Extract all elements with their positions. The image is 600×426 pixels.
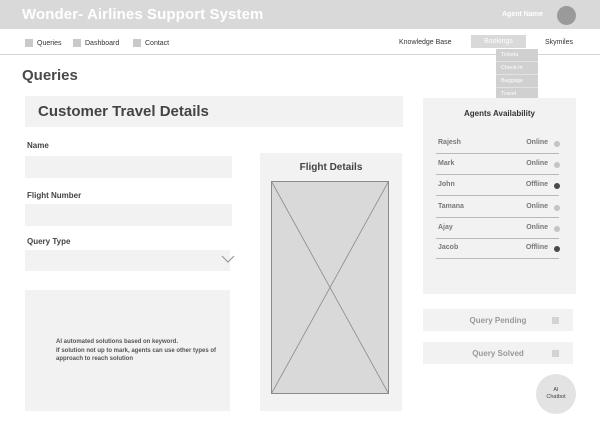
agent-row: Tamana Online bbox=[436, 197, 560, 218]
chevron-down-icon[interactable] bbox=[221, 254, 235, 264]
nav-item-dashboard[interactable]: Dashboard bbox=[73, 38, 119, 48]
name-label: Name bbox=[27, 141, 49, 150]
ai-note-line-2: If solution not up to mark, agents can u… bbox=[56, 347, 217, 363]
nav-item-skymiles[interactable]: Skymiles bbox=[545, 39, 573, 46]
agents-availability-title: Agents Availability bbox=[464, 109, 535, 118]
status-dot-icon bbox=[554, 141, 560, 147]
query-pending-label: Query Pending bbox=[469, 316, 527, 325]
query-solved-checkbox[interactable] bbox=[552, 350, 559, 357]
flight-number-input[interactable] bbox=[25, 204, 232, 226]
agent-name-text: Rajesh bbox=[438, 139, 461, 146]
agent-row: Mark Online bbox=[436, 154, 560, 175]
query-type-label: Query Type bbox=[27, 237, 71, 246]
customer-details-title: Customer Travel Details bbox=[38, 103, 209, 120]
flight-number-label: Flight Number bbox=[27, 191, 82, 200]
flight-image-placeholder bbox=[271, 181, 389, 394]
menu-item-tickets[interactable]: Tickets bbox=[496, 49, 538, 62]
agent-row: Ajay Online bbox=[436, 218, 560, 239]
app-header: Wonder- Airlines Support System Agent Na… bbox=[0, 0, 600, 29]
nav-item-queries[interactable]: Queries bbox=[25, 38, 62, 48]
bookings-dropdown-menu: Tickets Check-in Baggage Travel bbox=[496, 49, 538, 101]
nav-item-bookings[interactable]: Bookings bbox=[471, 35, 526, 48]
query-solved-label: Query Solved bbox=[472, 349, 524, 358]
ai-solution-panel: AI automated solutions based on keyword.… bbox=[25, 290, 230, 411]
dashboard-icon bbox=[73, 39, 81, 47]
queries-icon bbox=[25, 39, 33, 47]
agent-status-text: Online bbox=[526, 224, 548, 231]
page-title: Queries bbox=[22, 67, 78, 84]
app-title: Wonder- Airlines Support System bbox=[22, 6, 264, 23]
status-dot-icon bbox=[554, 226, 560, 232]
agent-row: Jacob Offline bbox=[436, 238, 560, 259]
chatbot-label-line-2: Chatbot bbox=[546, 394, 566, 400]
ai-note-line-1: AI automated solutions based on keyword. bbox=[56, 339, 179, 345]
query-pending-checkbox[interactable] bbox=[552, 317, 559, 324]
agent-name-text: John bbox=[438, 181, 455, 188]
nav-item-contact-label: Contact bbox=[145, 39, 170, 47]
customer-details-header: Customer Travel Details bbox=[25, 96, 403, 127]
status-dot-icon bbox=[554, 205, 560, 211]
status-dot-icon bbox=[554, 246, 560, 252]
agent-name-text: Tamana bbox=[438, 203, 464, 210]
chatbot-label-line-1: AI bbox=[553, 387, 559, 393]
agent-status-text: Online bbox=[526, 139, 548, 146]
flight-details-title: Flight Details bbox=[299, 162, 363, 173]
agent-status-text: Online bbox=[526, 160, 548, 167]
agent-status-text: Offline bbox=[525, 181, 548, 188]
ai-chatbot-button[interactable]: AI Chatbot bbox=[536, 374, 576, 414]
agent-name-text: Ajay bbox=[438, 224, 453, 231]
name-input[interactable] bbox=[25, 156, 232, 178]
agent-name-text: Mark bbox=[438, 160, 455, 167]
agents-availability-panel: Agents Availability Rajesh Online Mark Onli… bbox=[423, 98, 576, 294]
contact-icon bbox=[133, 39, 141, 47]
nav-item-dashboard-label: Dashboard bbox=[85, 39, 120, 47]
status-dot-icon bbox=[554, 162, 560, 168]
agent-status-text: Online bbox=[526, 203, 548, 210]
ai-solution-note: AI automated solutions based on keyword.… bbox=[56, 338, 221, 364]
flight-details-panel: Flight Details bbox=[260, 153, 402, 411]
menu-item-check-in[interactable]: Check-in bbox=[496, 62, 538, 75]
query-solved-button[interactable]: Query Solved bbox=[423, 342, 573, 364]
agent-avatar[interactable] bbox=[557, 6, 576, 25]
agent-name-text: Jacob bbox=[438, 244, 459, 251]
status-dot-icon bbox=[554, 183, 560, 189]
nav-item-contact[interactable]: Contact bbox=[133, 38, 169, 48]
agent-row: John Offline bbox=[436, 175, 560, 196]
query-pending-button[interactable]: Query Pending bbox=[423, 309, 573, 331]
nav-item-queries-label: Queries bbox=[37, 39, 62, 47]
agent-name[interactable]: Agent Name bbox=[502, 11, 543, 18]
nav-item-knowledge-base[interactable]: Knowledge Base bbox=[399, 39, 452, 46]
agent-row: Rajesh Online bbox=[436, 133, 560, 154]
menu-item-baggage[interactable]: Baggage bbox=[496, 75, 538, 88]
query-type-select[interactable] bbox=[25, 250, 230, 271]
agent-status-text: Offline bbox=[525, 244, 548, 251]
